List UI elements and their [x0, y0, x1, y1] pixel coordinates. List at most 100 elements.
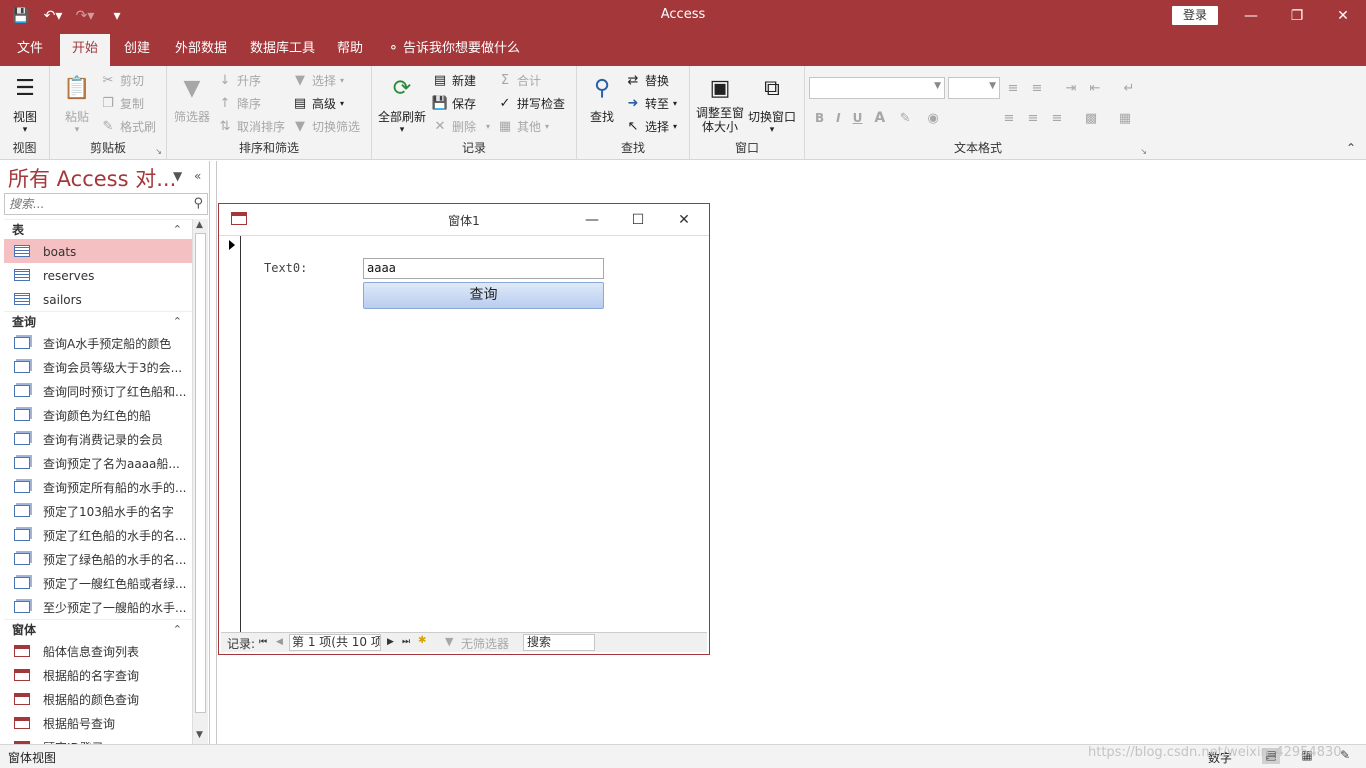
tell-me-box[interactable]: ⚬ 告诉我你想要做什么	[388, 32, 520, 66]
record-selector[interactable]	[223, 236, 241, 632]
scroll-thumb[interactable]	[195, 233, 206, 713]
refresh-all-button[interactable]: ⟳ 全部刷新 ▾	[378, 72, 426, 136]
clear-sort-button[interactable]: ⇅ 取消排序	[217, 118, 285, 135]
form-title-bar[interactable]: 窗体1 — ☐ ✕	[219, 204, 709, 236]
switch-windows-button[interactable]: ⧉ 切换窗口 ▾	[748, 72, 796, 136]
cut-button[interactable]: ✂ 剪切	[100, 72, 144, 89]
nav-item-query[interactable]: 查询预定了名为aaaa船...	[4, 451, 192, 475]
nav-item-form[interactable]: 根据船的名字查询	[4, 663, 192, 687]
font-name-combo[interactable]: ▼	[809, 77, 945, 99]
tab-home[interactable]: 开始	[60, 34, 111, 66]
nav-item-reserves[interactable]: reserves	[4, 263, 192, 287]
nav-item-query[interactable]: 至少预定了一艘船的水手...	[4, 595, 192, 619]
login-button[interactable]: 登录	[1172, 6, 1218, 25]
font-size-combo[interactable]: ▼	[948, 77, 1000, 99]
current-record-field[interactable]: 第 1 项(共 10 项	[289, 634, 381, 651]
bullet-list-icon[interactable]: ≡	[1005, 80, 1021, 96]
underline-button[interactable]: U	[853, 111, 863, 125]
nav-item-query[interactable]: 查询颜色为红色的船	[4, 403, 192, 427]
nav-section-tables[interactable]: 表 ⌃	[4, 219, 192, 239]
collapse-pane-icon[interactable]: «	[194, 169, 201, 183]
nav-pane-title[interactable]: 所有 Access 对...	[8, 163, 176, 193]
dialog-launcher-icon[interactable]: ↘	[1140, 147, 1147, 156]
nav-scrollbar[interactable]: ▲ ▼	[192, 219, 208, 744]
nav-item-boats[interactable]: boats	[4, 239, 192, 263]
previous-record-icon[interactable]: ◀	[276, 637, 283, 647]
tab-database-tools[interactable]: 数据库工具	[250, 32, 315, 66]
nav-item-sailors[interactable]: sailors	[4, 287, 192, 311]
scroll-down-icon[interactable]: ▼	[196, 730, 203, 740]
align-left-icon[interactable]: ≡	[1001, 110, 1017, 126]
align-right-icon[interactable]: ≡	[1049, 110, 1065, 126]
font-color-button[interactable]: A	[874, 110, 885, 126]
nav-item-query[interactable]: 预定了103船水手的名字	[4, 499, 192, 523]
maximize-icon[interactable]: ☐	[623, 209, 653, 231]
paragraph-direction-icon[interactable]: ↵	[1121, 80, 1137, 96]
size-to-fit-button[interactable]: ▣ 调整至窗体大小	[696, 72, 744, 135]
query-button[interactable]: 查询	[363, 282, 604, 309]
search-icon[interactable]: ⚲	[193, 196, 203, 211]
nav-item-query[interactable]: 查询有消费记录的会员	[4, 427, 192, 451]
nav-section-forms[interactable]: 窗体 ⌃	[4, 619, 192, 639]
filter-button[interactable]: ▼ 筛选器	[174, 72, 210, 125]
nav-item-query[interactable]: 预定了红色船的水手的名...	[4, 523, 192, 547]
more-button[interactable]: ▦ 其他 ▾	[497, 118, 549, 135]
nav-item-query[interactable]: 查询预定所有船的水手的...	[4, 475, 192, 499]
scroll-up-icon[interactable]: ▲	[196, 220, 203, 230]
record-search-field[interactable]: 搜索	[523, 634, 595, 651]
delete-record-button[interactable]: ✕ 删除 ▾	[432, 118, 490, 135]
save-record-button[interactable]: 💾 保存	[432, 95, 476, 112]
next-record-icon[interactable]: ▶	[387, 637, 394, 647]
gridlines-icon[interactable]: ▦	[1117, 110, 1133, 126]
nav-item-form[interactable]: 顾客ID登录	[4, 735, 192, 744]
highlight-icon[interactable]: ✎	[897, 110, 913, 126]
nav-item-query[interactable]: 查询同时预订了红色船和...	[4, 379, 192, 403]
spelling-button[interactable]: ✓ 拼写检查	[497, 95, 565, 112]
nav-section-queries[interactable]: 查询 ⌃	[4, 311, 192, 331]
close-icon[interactable]: ✕	[1320, 0, 1366, 32]
minimize-icon[interactable]: —	[577, 209, 607, 231]
totals-button[interactable]: Σ 合计	[497, 72, 541, 89]
align-center-icon[interactable]: ≡	[1025, 110, 1041, 126]
goto-button[interactable]: ➜ 转至 ▾	[625, 95, 677, 112]
minimize-icon[interactable]: —	[1228, 0, 1274, 32]
first-record-icon[interactable]: ⏮	[259, 637, 267, 647]
last-record-icon[interactable]: ⏭	[402, 637, 410, 647]
select-button[interactable]: ↖ 选择 ▾	[625, 118, 677, 135]
nav-item-query[interactable]: 预定了绿色船的水手的名...	[4, 547, 192, 571]
find-button[interactable]: ⚲ 查找	[587, 72, 617, 125]
selection-button[interactable]: ▼ 选择 ▾	[292, 72, 344, 89]
numbered-list-icon[interactable]: ≡	[1029, 80, 1045, 96]
text0-input[interactable]: aaaa	[363, 258, 604, 279]
background-icon[interactable]: ▩	[1083, 110, 1099, 126]
nav-item-query[interactable]: 预定了一艘红色船或者绿...	[4, 571, 192, 595]
new-record-icon[interactable]: ✱	[418, 635, 426, 646]
paste-button[interactable]: 📋 粘贴 ▾	[62, 72, 92, 136]
bold-button[interactable]: B	[815, 111, 824, 125]
no-filter-label[interactable]: 无筛选器	[461, 635, 509, 652]
tab-file[interactable]: 文件	[17, 32, 43, 66]
dialog-launcher-icon[interactable]: ↘	[155, 147, 162, 156]
nav-item-form[interactable]: 根据船的颜色查询	[4, 687, 192, 711]
collapse-ribbon-icon[interactable]: ⌃	[1346, 141, 1356, 155]
new-record-button[interactable]: ▤ 新建	[432, 72, 476, 89]
indent-decrease-icon[interactable]: ⇤	[1087, 80, 1103, 96]
sort-descending-button[interactable]: ↑ 降序	[217, 95, 261, 112]
close-icon[interactable]: ✕	[669, 209, 699, 231]
tab-external-data[interactable]: 外部数据	[175, 32, 227, 66]
nav-item-form[interactable]: 船体信息查询列表	[4, 639, 192, 663]
nav-search-input[interactable]	[5, 194, 185, 214]
indent-increase-icon[interactable]: ⇥	[1063, 80, 1079, 96]
view-button[interactable]: ☰ 视图 ▾	[10, 72, 40, 136]
format-painter-button[interactable]: ✎ 格式刷	[100, 118, 156, 135]
nav-item-form[interactable]: 根据船号查询	[4, 711, 192, 735]
toggle-filter-button[interactable]: ▼ 切换筛选	[292, 118, 360, 135]
italic-button[interactable]: I	[836, 111, 840, 125]
nav-item-query[interactable]: 查询会员等级大于3的会...	[4, 355, 192, 379]
sort-ascending-button[interactable]: ↓ 升序	[217, 72, 261, 89]
restore-icon[interactable]: ❐	[1274, 0, 1320, 32]
fill-color-icon[interactable]: ◉	[925, 110, 941, 126]
nav-item-query[interactable]: 查询A水手预定船的颜色	[4, 331, 192, 355]
nav-menu-icon[interactable]: ▼	[173, 169, 182, 183]
advanced-button[interactable]: ▤ 高级 ▾	[292, 95, 344, 112]
